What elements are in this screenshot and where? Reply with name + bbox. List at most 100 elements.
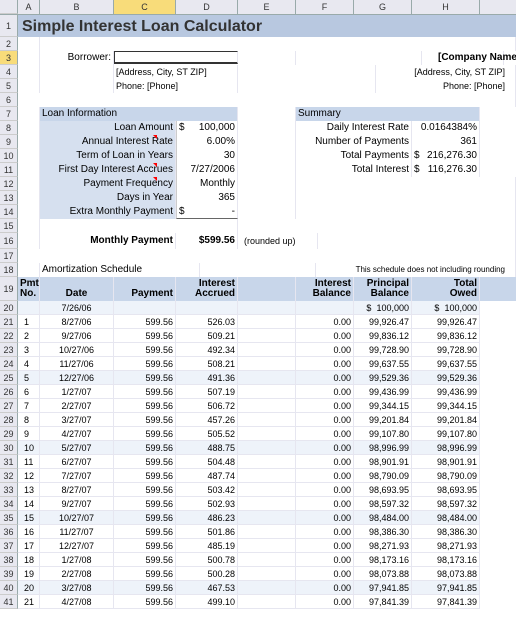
right-phone: Phone: [Phone] bbox=[376, 79, 516, 93]
col-header-a[interactable]: A bbox=[18, 0, 40, 14]
row-header-13[interactable]: 13 bbox=[0, 191, 18, 205]
pmt-date: 8/27/06 bbox=[40, 315, 114, 329]
row-header-28[interactable]: 28 bbox=[0, 413, 18, 427]
pmt-no: 15 bbox=[18, 511, 40, 525]
col-header-f[interactable]: F bbox=[296, 0, 354, 14]
init-prin: $ 100,000 bbox=[354, 301, 412, 315]
prin-balance: 99,529.36 bbox=[354, 371, 412, 385]
int-accrued: 502.93 bbox=[176, 497, 238, 511]
pmt-no: 9 bbox=[18, 427, 40, 441]
row-header-34[interactable]: 34 bbox=[0, 497, 18, 511]
col-header-b[interactable]: B bbox=[40, 0, 114, 14]
row-header-41[interactable]: 41 bbox=[0, 595, 18, 609]
row-header-14[interactable]: 14 bbox=[0, 205, 18, 219]
prin-balance: 98,271.93 bbox=[354, 539, 412, 553]
row-header-20[interactable]: 20 bbox=[0, 301, 18, 315]
borrower-input[interactable] bbox=[114, 51, 238, 64]
row-header-39[interactable]: 39 bbox=[0, 567, 18, 581]
pmt-amount: 599.56 bbox=[114, 595, 176, 609]
row-header-24[interactable]: 24 bbox=[0, 357, 18, 371]
row-header-19[interactable]: 19 bbox=[0, 277, 18, 301]
pmt-amount: 599.56 bbox=[114, 553, 176, 567]
row-header-5[interactable]: 5 bbox=[0, 79, 18, 93]
summary-label-2: Total Payments bbox=[296, 149, 412, 163]
row-header-12[interactable]: 12 bbox=[0, 177, 18, 191]
row-header-21[interactable]: 21 bbox=[0, 315, 18, 329]
col-header-h[interactable]: H bbox=[412, 0, 480, 14]
row-header-11[interactable]: 11 bbox=[0, 163, 18, 177]
row-header-29[interactable]: 29 bbox=[0, 427, 18, 441]
pmt-date: 2/27/08 bbox=[40, 567, 114, 581]
row-header-22[interactable]: 22 bbox=[0, 329, 18, 343]
col-header-e[interactable]: E bbox=[238, 0, 296, 14]
row-header-2[interactable]: 2 bbox=[0, 37, 18, 51]
row-header-8[interactable]: 8 bbox=[0, 121, 18, 135]
row-header-31[interactable]: 31 bbox=[0, 455, 18, 469]
row-header-36[interactable]: 36 bbox=[0, 525, 18, 539]
row-header-33[interactable]: 33 bbox=[0, 483, 18, 497]
loan-value-4[interactable]: Monthly bbox=[176, 177, 238, 191]
int-balance: 0.00 bbox=[296, 567, 354, 581]
row-header-1[interactable]: 1 bbox=[0, 15, 18, 37]
int-balance: 0.00 bbox=[296, 315, 354, 329]
row-header-17[interactable]: 17 bbox=[0, 249, 18, 263]
pmt-no: 13 bbox=[18, 483, 40, 497]
int-accrued: 500.28 bbox=[176, 567, 238, 581]
prin-balance: 99,836.12 bbox=[354, 329, 412, 343]
row-header-37[interactable]: 37 bbox=[0, 539, 18, 553]
pmt-date: 11/27/07 bbox=[40, 525, 114, 539]
total-owed: 98,693.95 bbox=[412, 483, 480, 497]
loan-value-5[interactable]: 365 bbox=[176, 191, 238, 205]
pmt-no: 12 bbox=[18, 469, 40, 483]
loan-value-0[interactable]: $100,000 bbox=[176, 121, 238, 135]
loan-label-5: Days in Year bbox=[40, 191, 176, 205]
row-header-6[interactable]: 6 bbox=[0, 93, 18, 107]
row-header-40[interactable]: 40 bbox=[0, 581, 18, 595]
row-header-7[interactable]: 7 bbox=[0, 107, 18, 121]
loan-label-6: Extra Monthly Payment bbox=[40, 205, 176, 219]
col-header-d[interactable]: D bbox=[176, 0, 238, 14]
row-header-4[interactable]: 4 bbox=[0, 65, 18, 79]
int-accrued: 500.78 bbox=[176, 553, 238, 567]
row-header-23[interactable]: 23 bbox=[0, 343, 18, 357]
pmt-amount: 599.56 bbox=[114, 455, 176, 469]
row-header-16[interactable]: 16 bbox=[0, 233, 18, 249]
row-header-25[interactable]: 25 bbox=[0, 371, 18, 385]
column-headers[interactable]: A B C D E F G H bbox=[0, 0, 516, 15]
pmt-date: 9/27/06 bbox=[40, 329, 114, 343]
int-balance: 0.00 bbox=[296, 497, 354, 511]
prin-balance: 98,484.00 bbox=[354, 511, 412, 525]
col-header-g[interactable]: G bbox=[354, 0, 412, 14]
row-header-38[interactable]: 38 bbox=[0, 553, 18, 567]
row-header-18[interactable]: 18 bbox=[0, 263, 18, 277]
int-balance: 0.00 bbox=[296, 441, 354, 455]
pmt-date: 4/27/07 bbox=[40, 427, 114, 441]
row-header-10[interactable]: 10 bbox=[0, 149, 18, 163]
row-header-15[interactable]: 15 bbox=[0, 219, 18, 233]
loan-value-1[interactable]: 6.00% bbox=[176, 135, 238, 149]
pmt-amount: 599.56 bbox=[114, 357, 176, 371]
loan-value-2[interactable]: 30 bbox=[176, 149, 238, 163]
row-header-30[interactable]: 30 bbox=[0, 441, 18, 455]
pmt-amount: 599.56 bbox=[114, 427, 176, 441]
row-header-32[interactable]: 32 bbox=[0, 469, 18, 483]
pmt-date: 12/27/06 bbox=[40, 371, 114, 385]
total-owed: 99,107.80 bbox=[412, 427, 480, 441]
row-header-9[interactable]: 9 bbox=[0, 135, 18, 149]
prin-balance: 99,637.55 bbox=[354, 357, 412, 371]
col-header-c[interactable]: C bbox=[114, 0, 176, 14]
corner-cell[interactable] bbox=[0, 0, 18, 14]
total-owed: 99,926.47 bbox=[412, 315, 480, 329]
row-header-27[interactable]: 27 bbox=[0, 399, 18, 413]
row-header-26[interactable]: 26 bbox=[0, 385, 18, 399]
total-owed: 98,996.99 bbox=[412, 441, 480, 455]
prin-balance: 98,693.95 bbox=[354, 483, 412, 497]
prin-balance: 98,996.99 bbox=[354, 441, 412, 455]
int-accrued: 508.21 bbox=[176, 357, 238, 371]
row-header-35[interactable]: 35 bbox=[0, 511, 18, 525]
pmt-amount: 599.56 bbox=[114, 539, 176, 553]
total-owed: 98,073.88 bbox=[412, 567, 480, 581]
loan-value-3[interactable]: 7/27/2006 bbox=[176, 163, 238, 177]
row-header-3[interactable]: 3 bbox=[0, 51, 18, 65]
loan-value-6[interactable]: $- bbox=[176, 205, 238, 219]
